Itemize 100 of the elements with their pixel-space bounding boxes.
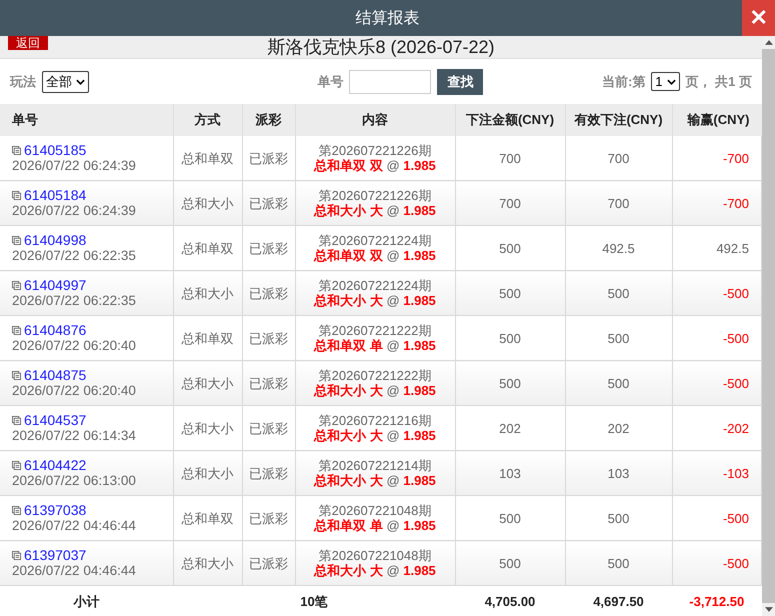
payout-cell: 已派彩: [242, 270, 295, 316]
result-cell: -500: [672, 270, 762, 316]
result-cell: -700: [672, 180, 762, 226]
amount-cell: 500: [455, 270, 565, 316]
order-input-field[interactable]: [349, 70, 432, 94]
bet-text: 总和大小 大 @ 1.985: [312, 563, 437, 578]
filter-label: 玩法: [10, 72, 36, 90]
amount-cell: 500: [455, 360, 565, 406]
order-link[interactable]: 61404876: [24, 323, 86, 338]
order-time: 2026/07/22 06:22:35: [12, 248, 137, 263]
order-link[interactable]: 61404875: [24, 368, 86, 383]
column-header: 方式: [173, 104, 242, 136]
chevron-down-icon[interactable]: [666, 78, 676, 84]
copy-icon[interactable]: [12, 371, 21, 380]
order-link[interactable]: 61404422: [24, 458, 86, 473]
order-time: 2026/07/22 06:24:39: [12, 158, 137, 173]
result-cell: -103: [672, 450, 762, 496]
payout-cell: 已派彩: [242, 180, 295, 226]
scroll-down-icon[interactable]: [764, 607, 772, 612]
total-valid-bet: 4,697.50: [565, 586, 672, 616]
order-link[interactable]: 61397037: [24, 548, 86, 563]
bet-text: 总和单双 单 @ 1.985: [312, 518, 437, 533]
bet-text: 总和大小 大 @ 1.985: [312, 293, 437, 308]
page-label: 当前:第: [602, 72, 646, 90]
order-link[interactable]: 61404998: [24, 233, 86, 248]
order-link[interactable]: 61405184: [24, 188, 86, 203]
search-button[interactable]: 查找: [437, 68, 484, 94]
copy-icon[interactable]: [12, 146, 21, 155]
order-link[interactable]: 61405185: [24, 143, 86, 158]
bet-text: 总和单双 双 @ 1.985: [312, 248, 437, 263]
order-time: 2026/07/22 06:20:40: [12, 383, 137, 398]
valid-bet-cell: 700: [565, 180, 672, 226]
column-header: 有效下注(CNY): [565, 104, 672, 136]
copy-icon[interactable]: [12, 236, 21, 245]
method-cell: 总和大小: [173, 180, 242, 226]
scrollbar[interactable]: [762, 36, 775, 616]
copy-icon[interactable]: [12, 416, 21, 425]
period-text: 第202607221226期: [318, 188, 432, 203]
scroll-up-icon[interactable]: [764, 40, 772, 45]
window-title: 结算报表: [356, 8, 420, 28]
column-header: 内容: [295, 104, 455, 136]
bet-text: 总和大小 大 @ 1.985: [312, 203, 437, 218]
page-select[interactable]: 1: [651, 72, 680, 91]
order-link[interactable]: 61404537: [24, 413, 86, 428]
period-text: 第202607221224期: [318, 233, 432, 248]
method-cell: 总和大小: [173, 360, 242, 406]
copy-icon[interactable]: [12, 281, 21, 290]
page-total-label: 页， 共1 页: [686, 72, 752, 90]
chevron-down-icon[interactable]: [76, 78, 85, 84]
valid-bet-cell: 500: [565, 540, 672, 586]
column-header: 单号: [0, 104, 173, 136]
order-time: 2026/07/22 06:22:35: [12, 293, 137, 308]
total-result: -3,712.50: [672, 586, 762, 616]
result-cell: -500: [672, 360, 762, 406]
back-button[interactable]: 返回: [8, 36, 48, 50]
period-text: 第202607221222期: [318, 323, 432, 338]
order-time: 2026/07/22 06:20:40: [12, 338, 137, 353]
order-link[interactable]: 61404997: [24, 278, 86, 293]
copy-icon[interactable]: [12, 461, 21, 470]
period-text: 第202607221216期: [318, 413, 432, 428]
payout-cell: 已派彩: [242, 450, 295, 496]
payout-cell: 已派彩: [242, 360, 295, 406]
close-button[interactable]: ✕: [742, 0, 775, 36]
period-text: 第202607221214期: [318, 458, 432, 473]
amount-cell: 103: [455, 450, 565, 496]
bet-text: 总和大小 大 @ 1.985: [312, 428, 437, 443]
payout-cell: 已派彩: [242, 540, 295, 586]
bet-text: 总和单双 单 @ 1.985: [312, 338, 437, 353]
order-time: 2026/07/22 06:14:34: [12, 428, 137, 443]
bet-text: 总和大小 大 @ 1.985: [312, 473, 437, 488]
report-title: 斯洛伐克快乐8 (2026-07-22): [267, 36, 495, 59]
period-text: 第202607221048期: [318, 548, 432, 563]
method-cell: 总和大小: [173, 450, 242, 496]
order-time: 2026/07/22 06:13:00: [12, 473, 137, 488]
play-select[interactable]: 全部: [42, 70, 89, 92]
valid-bet-cell: 500: [565, 270, 672, 316]
valid-bet-cell: 500: [565, 360, 672, 406]
period-text: 第202607221222期: [318, 368, 432, 383]
amount-cell: 700: [455, 180, 565, 226]
bet-text: 总和单双 双 @ 1.985: [312, 158, 437, 173]
copy-icon[interactable]: [12, 551, 21, 560]
method-cell: 总和大小: [173, 270, 242, 316]
column-header: 派彩: [242, 104, 295, 136]
copy-icon[interactable]: [12, 191, 21, 200]
column-header: 下注金额(CNY): [455, 104, 565, 136]
copy-icon[interactable]: [12, 326, 21, 335]
copy-icon[interactable]: [12, 506, 21, 515]
subtotal-label: 小计: [0, 586, 173, 616]
order-link[interactable]: 61397038: [24, 503, 86, 518]
valid-bet-cell: 103: [565, 450, 672, 496]
total-amount: 4,705.00: [455, 586, 565, 616]
order-time: 2026/07/22 04:46:44: [12, 518, 137, 533]
amount-cell: 500: [455, 540, 565, 586]
period-text: 第202607221048期: [318, 503, 432, 518]
order-time: 2026/07/22 04:46:44: [12, 563, 137, 578]
count-cell: 10笔: [173, 586, 455, 616]
order-label: 单号: [317, 72, 344, 90]
column-header: 输赢(CNY): [672, 104, 762, 136]
bet-text: 总和大小 大 @ 1.985: [312, 383, 437, 398]
method-cell: 总和大小: [173, 540, 242, 586]
